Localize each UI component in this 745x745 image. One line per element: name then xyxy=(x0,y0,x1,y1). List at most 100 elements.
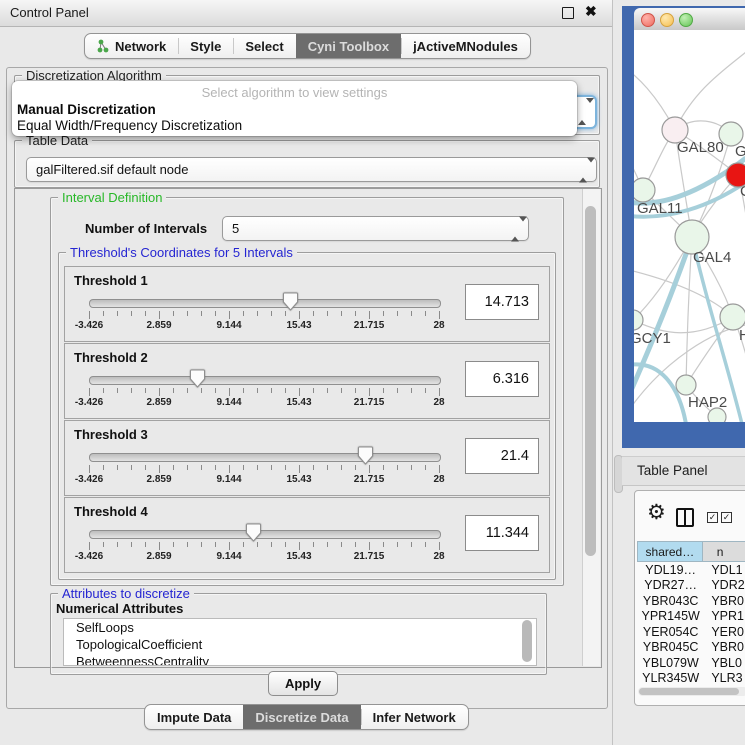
tick-label: -3.426 xyxy=(75,320,103,331)
tick-mark xyxy=(117,542,118,547)
network-node[interactable] xyxy=(708,408,726,422)
tick-mark xyxy=(341,388,342,393)
tick-label: 9.144 xyxy=(216,551,241,562)
tick-mark xyxy=(425,311,426,316)
network-node[interactable] xyxy=(676,375,696,395)
zoom-traffic-light-icon[interactable] xyxy=(679,13,693,27)
table-cell: YBL079W xyxy=(637,655,704,671)
apply-button[interactable]: Apply xyxy=(268,671,338,696)
slider-thumb[interactable] xyxy=(358,446,373,465)
tab-jactivemnodules[interactable]: jActiveMNodules xyxy=(401,34,530,58)
table-data-combobox[interactable]: galFiltered.sif default node xyxy=(26,157,597,182)
column-header[interactable]: shared… xyxy=(638,542,703,561)
tick-mark xyxy=(117,388,118,393)
tab-impute-data[interactable]: Impute Data xyxy=(145,705,243,729)
node-label: G xyxy=(735,143,745,160)
tick-mark xyxy=(243,465,244,470)
checkbox-icon[interactable]: ✓ xyxy=(707,512,718,523)
slider-track[interactable] xyxy=(89,299,441,308)
threshold-value-field[interactable]: 14.713 xyxy=(465,284,539,320)
slider-thumb[interactable] xyxy=(283,292,298,311)
tick-mark xyxy=(439,311,440,319)
table-row[interactable]: YBR045CYBR0 xyxy=(637,640,745,656)
algorithm-dropdown-popup: Select algorithm to view settings Manual… xyxy=(12,81,577,136)
tick-label: 15.43 xyxy=(286,397,311,408)
tick-mark xyxy=(355,311,356,316)
table-row[interactable]: YPR145WYPR1 xyxy=(637,609,745,625)
network-node[interactable] xyxy=(634,310,643,330)
tick-mark xyxy=(159,311,160,319)
tab-label: Network xyxy=(115,39,166,54)
minimize-traffic-light-icon[interactable] xyxy=(660,13,674,27)
tick-mark xyxy=(369,465,370,473)
tick-label: 2.859 xyxy=(146,551,171,562)
slider-track[interactable] xyxy=(89,376,441,385)
table-row[interactable]: YDL19…YDL1 xyxy=(637,562,745,578)
num-intervals-combobox[interactable]: 5 xyxy=(222,216,529,241)
attribute-item[interactable]: TopologicalCoefficient xyxy=(64,636,536,653)
table-row[interactable]: YBR043CYBR0 xyxy=(637,593,745,609)
network-edge[interactable] xyxy=(686,237,692,385)
table-cell: YLR3 xyxy=(704,671,745,684)
tick-mark xyxy=(341,311,342,316)
attributes-list-scrollbar[interactable] xyxy=(522,620,532,662)
threshold-label: Threshold 4 xyxy=(74,504,148,519)
float-window-icon[interactable] xyxy=(562,7,574,19)
table-cell: YPR1 xyxy=(704,609,745,625)
tick-mark xyxy=(425,465,426,470)
slider-track[interactable] xyxy=(89,530,441,539)
close-traffic-light-icon[interactable] xyxy=(641,13,655,27)
table-hscrollbar-thumb[interactable] xyxy=(639,688,739,695)
tick-mark xyxy=(257,311,258,316)
tick-mark xyxy=(257,388,258,393)
tick-mark xyxy=(201,388,202,393)
tab-infer-network[interactable]: Infer Network xyxy=(361,705,468,729)
slider-thumb[interactable] xyxy=(246,523,261,542)
tick-mark xyxy=(131,542,132,547)
node-table[interactable]: shared…nYDL19…YDL1YDR27…YDR2YBR043CYBR0Y… xyxy=(637,541,745,683)
tick-label: 21.715 xyxy=(354,551,385,562)
checkbox-icon[interactable]: ✓ xyxy=(721,512,732,523)
attribute-item[interactable]: SelfLoops xyxy=(64,619,536,636)
network-canvas[interactable]: GAL80GCGAL11GAL4GCY1HHAP2 xyxy=(634,30,745,422)
tick-mark xyxy=(397,311,398,316)
tick-label: -3.426 xyxy=(75,474,103,485)
dropdown-item-equal-width[interactable]: Equal Width/Frequency Discretization xyxy=(15,118,575,133)
attributes-list[interactable]: SelfLoopsTopologicalCoefficientBetweenne… xyxy=(63,618,537,666)
threshold-value-field[interactable]: 6.316 xyxy=(465,361,539,397)
table-row[interactable]: YLR345WYLR3 xyxy=(637,671,745,684)
tab-discretize-data[interactable]: Discretize Data xyxy=(243,705,360,729)
slider-track[interactable] xyxy=(89,453,441,462)
network-node[interactable] xyxy=(634,178,655,202)
tab-select[interactable]: Select xyxy=(233,34,295,58)
tick-mark xyxy=(89,311,90,319)
tick-mark xyxy=(229,465,230,473)
tick-mark xyxy=(383,388,384,393)
table-row[interactable]: YBL079WYBL0 xyxy=(637,655,745,671)
close-icon[interactable]: ✖ xyxy=(585,3,597,20)
table-row[interactable]: YER054CYER0 xyxy=(637,624,745,640)
bottom-tab-bar: Impute DataDiscretize DataInfer Network xyxy=(144,704,469,730)
threshold-value-field[interactable]: 11.344 xyxy=(465,515,539,551)
column-header[interactable]: n xyxy=(703,542,745,561)
threshold-value-field[interactable]: 21.4 xyxy=(465,438,539,474)
tick-mark xyxy=(327,311,328,316)
gear-icon[interactable]: ⚙ xyxy=(647,502,666,523)
tab-cyni-toolbox[interactable]: Cyni Toolbox xyxy=(296,34,401,58)
table-panel-title: Table Panel xyxy=(637,463,708,478)
dropdown-item-manual[interactable]: Manual Discretization xyxy=(15,102,575,117)
tab-style[interactable]: Style xyxy=(178,34,233,58)
tab-label: jActiveMNodules xyxy=(413,39,518,54)
network-edge[interactable] xyxy=(634,270,733,317)
tick-mark xyxy=(397,465,398,470)
tick-mark xyxy=(215,465,216,470)
columns-icon[interactable] xyxy=(676,508,694,527)
tick-mark xyxy=(439,388,440,396)
table-row[interactable]: YDR27…YDR2 xyxy=(637,578,745,594)
tab-network[interactable]: Network xyxy=(85,34,178,58)
slider-thumb[interactable] xyxy=(190,369,205,388)
tab-label: Cyni Toolbox xyxy=(308,39,389,54)
attribute-item[interactable]: BetweennessCentrality xyxy=(64,653,536,666)
network-edge[interactable] xyxy=(675,52,745,130)
scrollbar-thumb[interactable] xyxy=(585,206,596,556)
